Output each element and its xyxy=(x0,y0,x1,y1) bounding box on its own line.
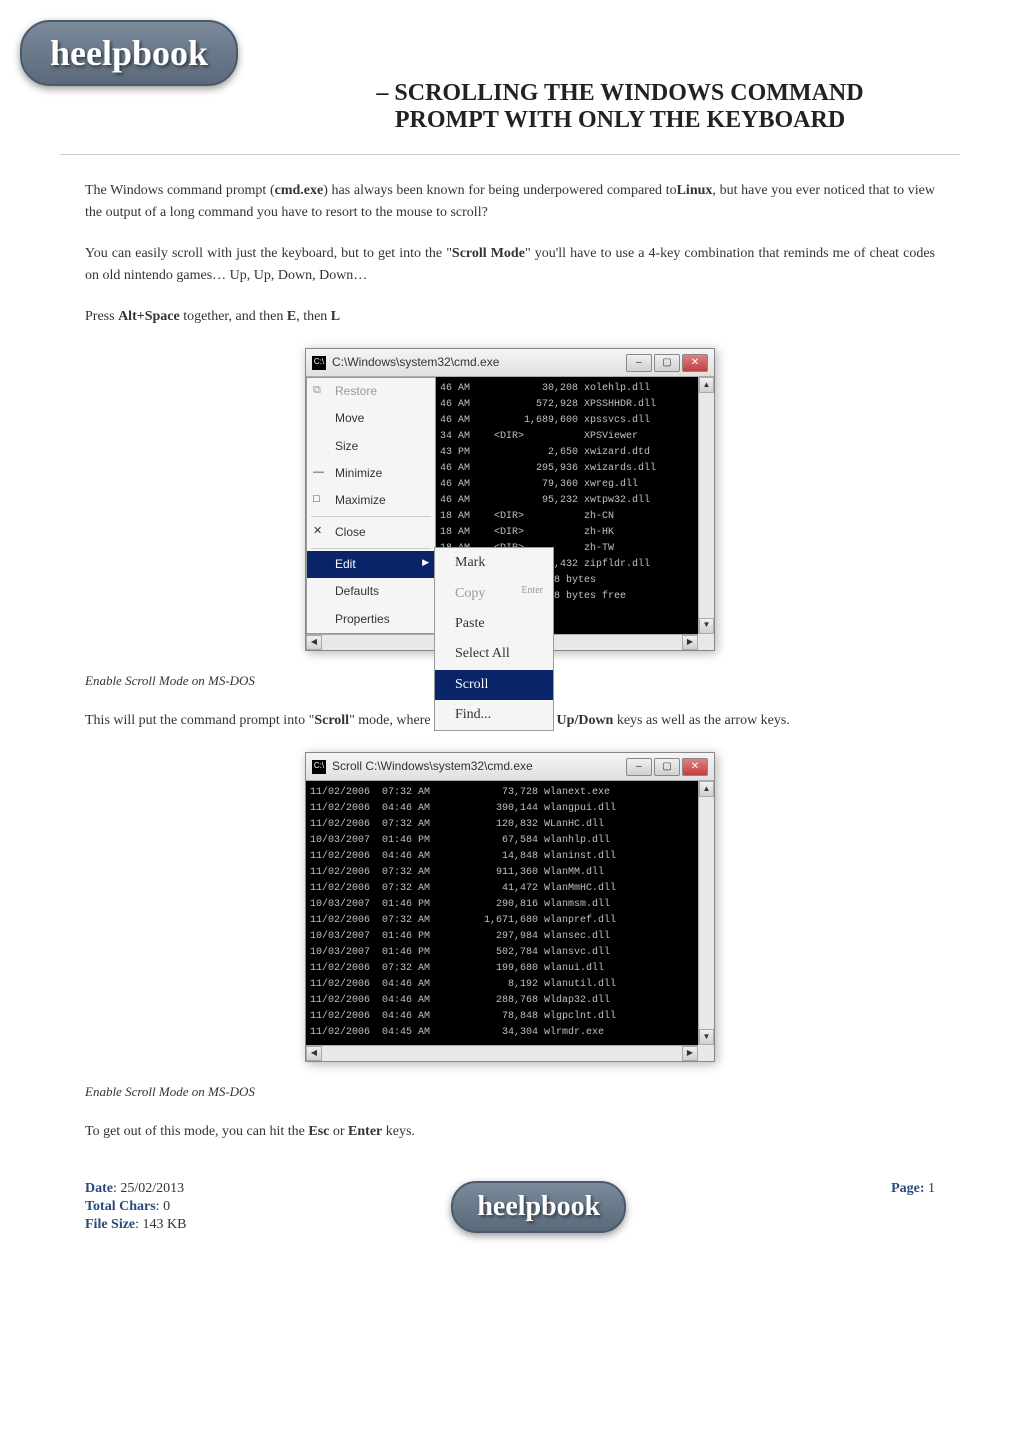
brand-logo: heelpbook xyxy=(20,20,238,86)
paragraph-2: You can easily scroll with just the keyb… xyxy=(85,243,935,288)
close-button[interactable]: ✕ xyxy=(682,758,708,776)
scroll-left-icon[interactable]: ◀ xyxy=(306,635,322,650)
date-label: Date xyxy=(85,1181,113,1196)
chars-label: Total Chars xyxy=(85,1199,156,1214)
close-icon: ✕ xyxy=(313,523,327,541)
vertical-scrollbar[interactable]: ▲ ▼ xyxy=(698,781,714,1045)
menu-properties[interactable]: Properties xyxy=(307,606,435,633)
resize-grip[interactable] xyxy=(698,1045,714,1061)
paragraph-1: The Windows command prompt (cmd.exe) has… xyxy=(85,180,935,225)
resize-grip[interactable] xyxy=(698,634,714,650)
submenu-select-all[interactable]: Select All xyxy=(435,639,553,669)
maximize-button[interactable]: ▢ xyxy=(654,354,680,372)
cmd-icon: C:\ xyxy=(312,760,326,774)
brand-text: heelpbook xyxy=(50,33,208,73)
submenu-find[interactable]: Find... xyxy=(435,700,553,730)
scroll-down-icon[interactable]: ▼ xyxy=(699,1029,714,1045)
footer-meta: Date: 25/02/2013 Total Chars: 0 File Siz… xyxy=(85,1181,187,1235)
menu-close[interactable]: ✕Close xyxy=(307,519,435,546)
window-title: C:\Windows\system32\cmd.exe xyxy=(332,353,626,372)
footer-logo: heelpbook xyxy=(451,1181,626,1233)
minimize-button[interactable]: – xyxy=(626,758,652,776)
date-value: 25/02/2013 xyxy=(120,1181,184,1196)
close-button[interactable]: ✕ xyxy=(682,354,708,372)
menu-maximize[interactable]: □Maximize xyxy=(307,487,435,514)
page-number: Page: 1 xyxy=(891,1181,935,1197)
window-title-2: Scroll C:\Windows\system32\cmd.exe xyxy=(332,757,626,776)
restore-icon: ⧉ xyxy=(313,382,327,400)
cmd-output-scroll: 11/02/2006 07:32 AM 73,728 wlanext.exe 1… xyxy=(306,781,698,1045)
maximize-button[interactable]: ▢ xyxy=(654,758,680,776)
submenu-arrow-icon: ▶ xyxy=(422,555,429,569)
submenu-paste[interactable]: Paste xyxy=(435,609,553,639)
system-menu: ⧉Restore Move Size —Minimize □Maximize ✕… xyxy=(306,377,436,634)
menu-edit[interactable]: Edit▶ xyxy=(307,551,435,578)
scroll-up-icon[interactable]: ▲ xyxy=(699,781,714,797)
menu-size[interactable]: Size xyxy=(307,433,435,460)
scroll-right-icon[interactable]: ▶ xyxy=(682,1046,698,1061)
window-titlebar[interactable]: C:\ C:\Windows\system32\cmd.exe – ▢ ✕ xyxy=(306,349,714,377)
menu-restore[interactable]: ⧉Restore xyxy=(307,378,435,405)
scroll-right-icon[interactable]: ▶ xyxy=(682,635,698,650)
vertical-scrollbar[interactable]: ▲ ▼ xyxy=(698,377,714,634)
paragraph-3: Press Alt+Space together, and then E, th… xyxy=(85,306,935,328)
chars-value: 0 xyxy=(163,1199,170,1214)
menu-minimize[interactable]: —Minimize xyxy=(307,460,435,487)
size-value: 143 KB xyxy=(143,1217,187,1232)
minimize-button[interactable]: – xyxy=(626,354,652,372)
cmd-icon: C:\ xyxy=(312,356,326,370)
horizontal-scrollbar[interactable]: ◀ ▶ xyxy=(306,1045,698,1061)
caption-2: Enable Scroll Mode on MS-DOS xyxy=(85,1082,935,1103)
window-titlebar-2[interactable]: C:\ Scroll C:\Windows\system32\cmd.exe –… xyxy=(306,753,714,781)
menu-move[interactable]: Move xyxy=(307,405,435,432)
minimize-icon: — xyxy=(313,464,327,482)
submenu-scroll[interactable]: Scroll xyxy=(435,670,553,700)
maximize-icon: □ xyxy=(313,491,327,509)
screenshot-2-window: C:\ Scroll C:\Windows\system32\cmd.exe –… xyxy=(305,752,715,1062)
scroll-down-icon[interactable]: ▼ xyxy=(699,618,714,634)
submenu-copy[interactable]: CopyEnter xyxy=(435,579,553,609)
size-label: File Size xyxy=(85,1217,135,1232)
paragraph-5: To get out of this mode, you can hit the… xyxy=(85,1121,935,1143)
scroll-left-icon[interactable]: ◀ xyxy=(306,1046,322,1061)
screenshot-1-window: C:\ C:\Windows\system32\cmd.exe – ▢ ✕ ⧉R… xyxy=(305,348,715,651)
scroll-up-icon[interactable]: ▲ xyxy=(699,377,714,393)
menu-defaults[interactable]: Defaults xyxy=(307,578,435,605)
submenu-mark[interactable]: Mark xyxy=(435,548,553,578)
edit-submenu: Mark CopyEnter Paste Select All Scroll F… xyxy=(434,547,554,731)
